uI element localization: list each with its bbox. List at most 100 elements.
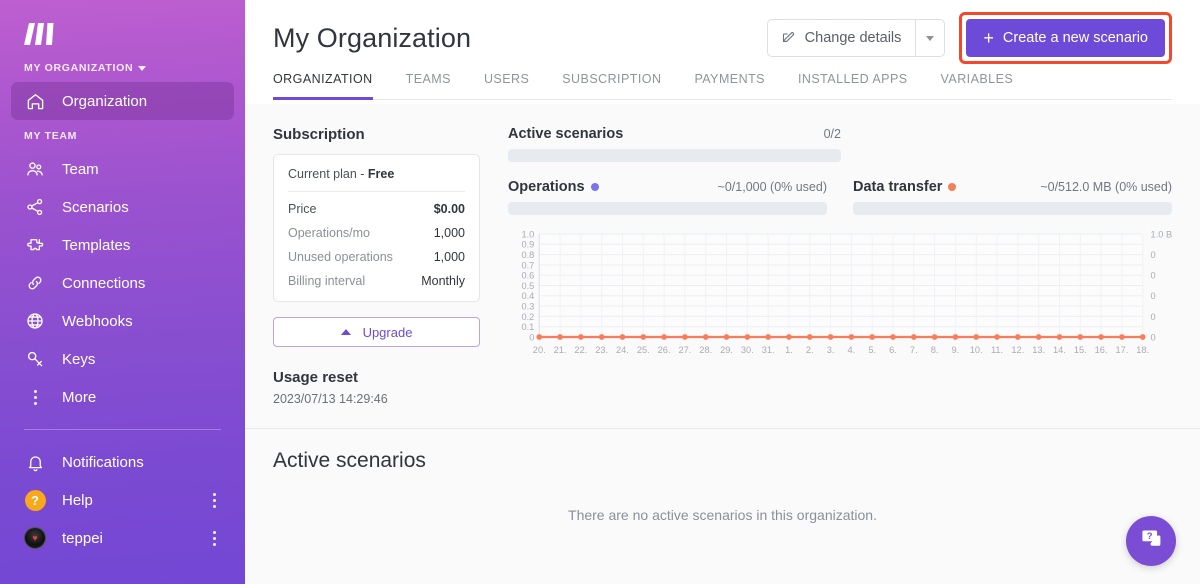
sidebar-divider <box>24 429 221 430</box>
usage-chart-svg: 1.00.90.80.70.60.50.40.30.20.101.0 B0000… <box>521 229 1172 355</box>
avatar-icon <box>24 527 46 549</box>
tab-payments[interactable]: PAYMENTS <box>694 72 765 100</box>
sidebar-item-help[interactable]: ? Help <box>11 481 234 519</box>
sidebar-item-user[interactable]: teppei <box>11 519 234 557</box>
tab-teams[interactable]: TEAMS <box>406 72 451 100</box>
sidebar-item-organization[interactable]: Organization <box>11 82 234 120</box>
svg-text:0: 0 <box>1151 271 1156 281</box>
meter-operations: Operations ~0/1,000 (0% used) <box>508 179 827 215</box>
svg-text:16.: 16. <box>1095 345 1108 355</box>
data-transfer-color-dot-icon <box>948 183 957 191</box>
subscription-row-billing-key: Billing interval <box>288 274 366 288</box>
subscription-row-unused-key: Unused operations <box>288 250 393 264</box>
svg-text:0.5: 0.5 <box>521 281 534 291</box>
upgrade-button[interactable]: Upgrade <box>273 317 480 347</box>
chevron-up-icon <box>340 329 351 335</box>
svg-text:0: 0 <box>1151 332 1156 342</box>
change-details-button[interactable]: Change details <box>768 20 916 56</box>
make-logo[interactable] <box>0 0 245 62</box>
tab-users[interactable]: USERS <box>484 72 529 100</box>
meter-operations-name-wrap: Operations <box>508 179 599 195</box>
svg-text:10.: 10. <box>970 345 983 355</box>
svg-text:0.4: 0.4 <box>521 291 534 301</box>
user-overflow-menu-icon[interactable] <box>207 530 221 546</box>
svg-text:0: 0 <box>1151 312 1156 322</box>
sidebar-item-templates[interactable]: Templates <box>11 226 234 264</box>
team-icon <box>24 158 46 180</box>
meter-operations-name: Operations <box>508 179 585 195</box>
subscription-row-billing-value: Monthly <box>421 274 465 288</box>
meter-data-transfer-name: Data transfer <box>853 179 943 195</box>
sidebar-group-my-team-label: MY TEAM <box>24 130 78 142</box>
svg-text:11.: 11. <box>991 345 1003 355</box>
svg-text:?: ? <box>1147 531 1153 542</box>
meter-active-scenarios-bar <box>508 149 841 162</box>
meter-data-transfer: Data transfer ~0/512.0 MB (0% used) <box>853 179 1172 215</box>
current-plan-row: Current plan - Free <box>288 167 465 192</box>
sidebar-group-my-organization-label: MY ORGANIZATION <box>24 62 134 74</box>
current-plan-prefix: Current plan - <box>288 167 368 181</box>
header-actions: Change details + Create a new scenario <box>766 12 1172 64</box>
sidebar-item-team[interactable]: Team <box>11 150 234 188</box>
svg-text:0.3: 0.3 <box>521 301 534 311</box>
svg-text:0: 0 <box>1151 250 1156 260</box>
sidebar-item-organization-label: Organization <box>62 92 148 110</box>
sidebar-item-templates-label: Templates <box>62 236 131 254</box>
tab-organization[interactable]: ORGANIZATION <box>273 72 373 100</box>
create-scenario-highlight: + Create a new scenario <box>959 12 1172 64</box>
plus-icon: + <box>983 27 994 48</box>
svg-text:0.8: 0.8 <box>521 250 534 260</box>
help-icon: ? <box>24 489 46 511</box>
sidebar-item-webhooks[interactable]: Webhooks <box>11 302 234 340</box>
svg-text:8.: 8. <box>931 345 939 355</box>
sidebar-item-help-label: Help <box>62 491 93 509</box>
sidebar-item-notifications[interactable]: Notifications <box>11 443 234 481</box>
bell-icon <box>24 451 46 473</box>
help-chat-button[interactable]: ? <box>1126 516 1176 566</box>
sidebar-item-scenarios[interactable]: Scenarios <box>11 188 234 226</box>
svg-text:31.: 31. <box>762 345 775 355</box>
svg-text:23.: 23. <box>595 345 608 355</box>
meter-data-transfer-value: ~0/512.0 MB (0% used) <box>1040 180 1172 194</box>
svg-text:0: 0 <box>1151 291 1156 301</box>
change-details-dropdown-toggle[interactable] <box>915 20 944 56</box>
tab-bar: ORGANIZATION TEAMS USERS SUBSCRIPTION PA… <box>273 62 1172 100</box>
tab-variables[interactable]: VARIABLES <box>941 72 1014 100</box>
svg-text:22.: 22. <box>574 345 587 355</box>
subscription-row-operations-value: 1,000 <box>433 226 465 240</box>
svg-text:0.2: 0.2 <box>521 312 534 322</box>
svg-text:0.6: 0.6 <box>521 271 534 281</box>
svg-text:14.: 14. <box>1053 345 1066 355</box>
subscription-row-price-key: Price <box>288 202 317 216</box>
tab-subscription[interactable]: SUBSCRIPTION <box>562 72 661 100</box>
svg-text:18.: 18. <box>1136 345 1149 355</box>
title-row: My Organization Change details + Create … <box>273 0 1172 64</box>
webhooks-icon <box>24 310 46 332</box>
change-details-split-button[interactable]: Change details <box>766 19 946 57</box>
templates-icon <box>24 234 46 256</box>
svg-text:9.: 9. <box>952 345 960 355</box>
usage-reset-value: 2023/07/13 14:29:46 <box>273 392 388 406</box>
usage-reset-title: Usage reset <box>273 369 359 386</box>
sidebar-item-connections[interactable]: Connections <box>11 264 234 302</box>
sidebar-item-more[interactable]: More <box>11 378 234 416</box>
svg-text:0.1: 0.1 <box>521 322 534 332</box>
svg-text:7.: 7. <box>910 345 918 355</box>
sidebar-item-more-label: More <box>62 388 97 406</box>
help-overflow-menu-icon[interactable] <box>207 492 221 508</box>
tab-installed-apps[interactable]: INSTALLED APPS <box>798 72 908 100</box>
meter-data-transfer-bar <box>853 202 1172 215</box>
sidebar-item-team-label: Team <box>62 160 99 178</box>
operations-color-dot-icon <box>590 183 599 191</box>
svg-text:26.: 26. <box>658 345 671 355</box>
create-new-scenario-button[interactable]: + Create a new scenario <box>966 19 1165 57</box>
sidebar-group-my-organization[interactable]: MY ORGANIZATION <box>0 62 245 74</box>
chevron-down-icon <box>138 66 147 71</box>
topbar: My Organization Change details + Create … <box>245 0 1200 104</box>
meter-active-scenarios-name: Active scenarios <box>508 126 624 142</box>
sidebar-item-keys[interactable]: Keys <box>11 340 234 378</box>
subscription-panel: Subscription Current plan - Free Price $… <box>273 126 480 406</box>
svg-text:21.: 21. <box>554 345 567 355</box>
sidebar-item-keys-label: Keys <box>62 350 96 368</box>
svg-text:1.: 1. <box>785 345 793 355</box>
